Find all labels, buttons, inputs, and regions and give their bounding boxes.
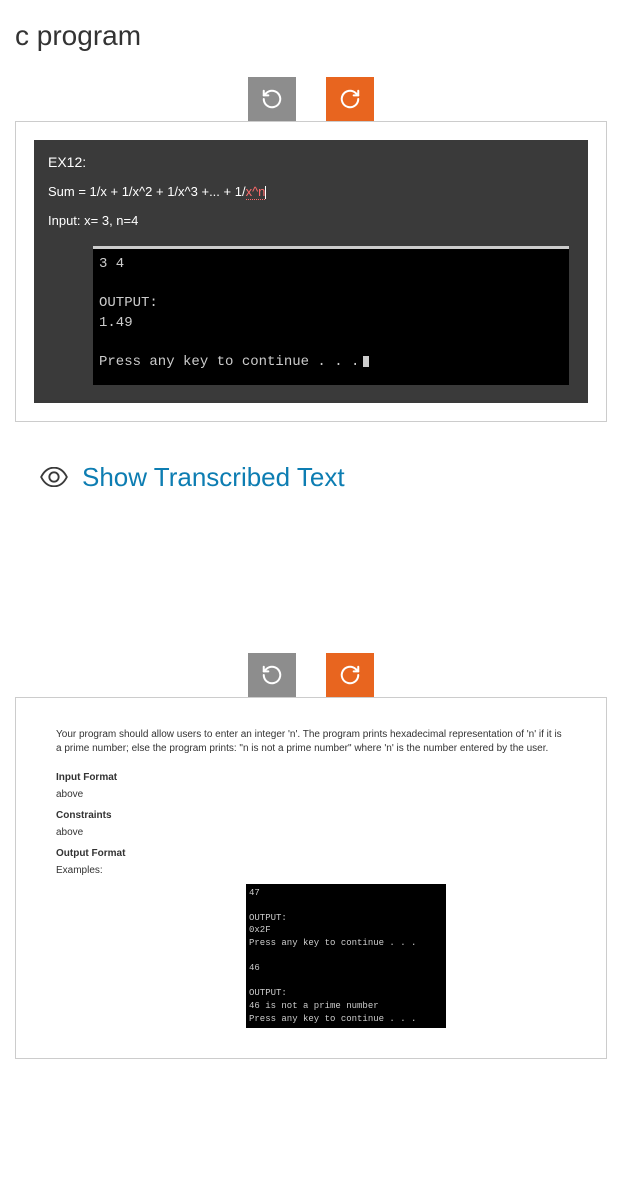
rotate-left-button-2[interactable] xyxy=(248,653,296,697)
output-format-label: Output Format xyxy=(56,848,566,859)
eye-icon xyxy=(40,467,68,487)
console-cursor xyxy=(363,356,369,367)
exercise-content: EX12: Sum = 1/x + 1/x^2 + 1/x^3 +... + 1… xyxy=(34,140,588,403)
rotate-left-button[interactable] xyxy=(248,77,296,121)
console-output-1: 3 4 OUTPUT: 1.49 Press any key to contin… xyxy=(93,249,569,385)
button-row-1 xyxy=(0,77,622,121)
constraints-text: above xyxy=(56,827,566,838)
rotate-right-button-2[interactable] xyxy=(326,653,374,697)
text-cursor xyxy=(265,186,266,199)
page-title: c program xyxy=(0,0,622,77)
button-row-2 xyxy=(0,653,622,697)
exercise-title: EX12: xyxy=(48,154,574,170)
exercise-panel-1: EX12: Sum = 1/x + 1/x^2 + 1/x^3 +... + 1… xyxy=(15,121,607,422)
console-output-2: 47 OUTPUT: 0x2F Press any key to continu… xyxy=(246,884,446,1029)
rotate-right-icon xyxy=(339,664,361,686)
formula-main: Sum = 1/x + 1/x^2 + 1/x^3 +... + 1/ xyxy=(48,184,246,199)
rotate-left-icon xyxy=(261,664,283,686)
examples-label: Examples: xyxy=(56,865,566,876)
exercise-formula: Sum = 1/x + 1/x^2 + 1/x^3 +... + 1/x^n xyxy=(48,184,574,199)
show-transcribed-row[interactable]: Show Transcribed Text xyxy=(40,462,622,493)
input-format-text: above xyxy=(56,789,566,800)
input-format-label: Input Format xyxy=(56,772,566,783)
exercise-input-label: Input: x= 3, n=4 xyxy=(48,213,574,228)
show-transcribed-text: Show Transcribed Text xyxy=(82,462,345,493)
console-window-1: 3 4 OUTPUT: 1.49 Press any key to contin… xyxy=(93,246,569,385)
formula-underlined: x^n xyxy=(246,184,266,200)
rotate-right-icon xyxy=(339,88,361,110)
constraints-label: Constraints xyxy=(56,810,566,821)
problem-description: Your program should allow users to enter… xyxy=(56,728,566,756)
rotate-right-button[interactable] xyxy=(326,77,374,121)
exercise-panel-2: Your program should allow users to enter… xyxy=(15,697,607,1060)
rotate-left-icon xyxy=(261,88,283,110)
